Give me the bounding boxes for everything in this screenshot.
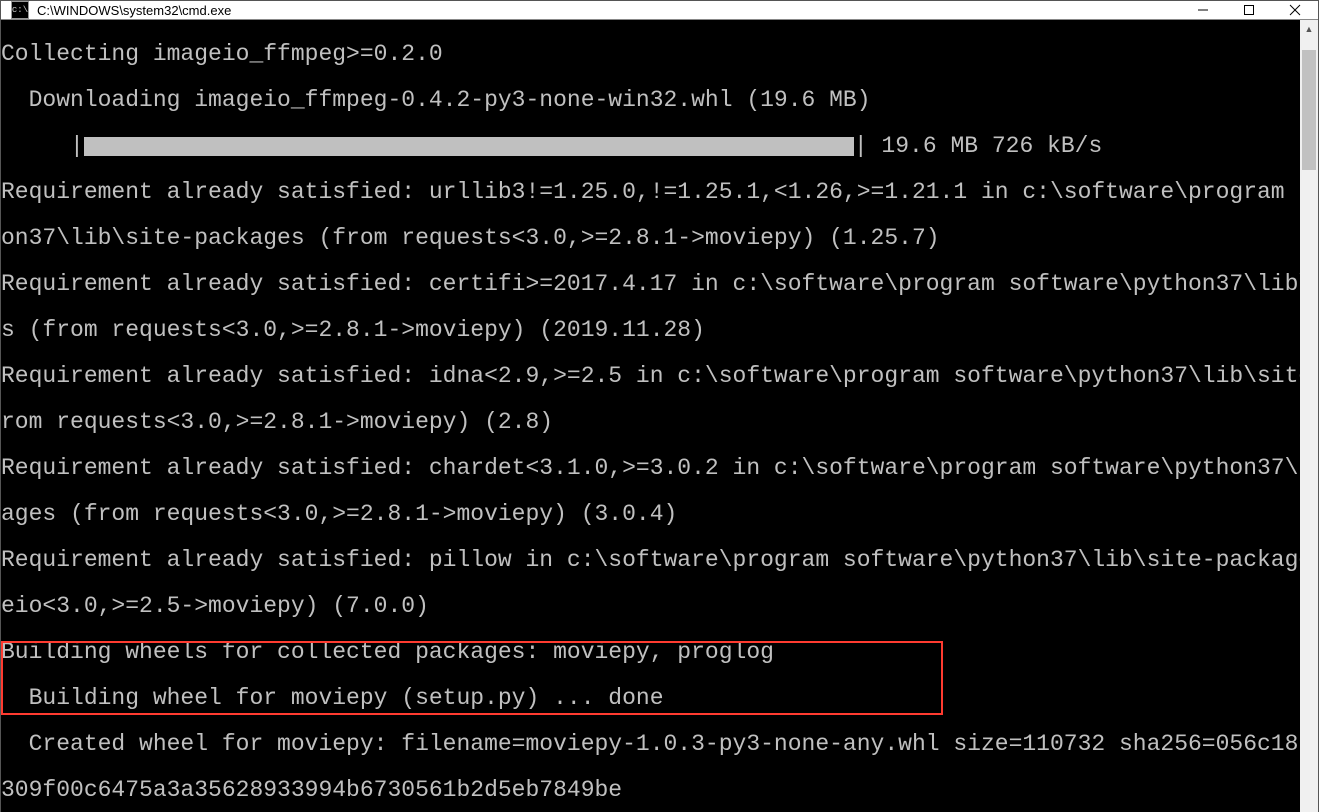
cmd-window: c:\ C:\WINDOWS\system32\cmd.exe Collecti… xyxy=(0,0,1319,812)
output-line: on37\lib\site-packages (from requests<3.… xyxy=(1,227,1300,250)
minimize-button[interactable] xyxy=(1180,1,1226,19)
scroll-up-arrow-icon[interactable]: ▲ xyxy=(1300,20,1318,38)
progress-stats: | 19.6 MB 726 kB/s xyxy=(854,135,1102,158)
window-controls xyxy=(1180,1,1318,19)
progress-line: | | 19.6 MB 726 kB/s xyxy=(1,135,1300,158)
cmd-icon: c:\ xyxy=(11,1,29,19)
titlebar[interactable]: c:\ C:\WINDOWS\system32\cmd.exe xyxy=(1,1,1318,20)
output-line: Requirement already satisfied: certifi>=… xyxy=(1,273,1300,296)
output-line: Collecting imageio_ffmpeg>=0.2.0 xyxy=(1,43,1300,66)
close-icon xyxy=(1289,4,1301,16)
vertical-scrollbar[interactable]: ▲ ▼ xyxy=(1300,20,1318,812)
output-line: Building wheel for moviepy (setup.py) ..… xyxy=(1,687,1300,710)
output-line: Created wheel for moviepy: filename=movi… xyxy=(1,733,1300,756)
output-line: Requirement already satisfied: chardet<3… xyxy=(1,457,1300,480)
maximize-icon xyxy=(1243,4,1255,16)
output-line: Downloading imageio_ffmpeg-0.4.2-py3-non… xyxy=(1,89,1300,112)
close-button[interactable] xyxy=(1272,1,1318,19)
output-line: 309f00c6475a3a35628933994b6730561b2d5eb7… xyxy=(1,779,1300,802)
output-line: Building wheels for collected packages: … xyxy=(1,641,1300,664)
output-line: Requirement already satisfied: pillow in… xyxy=(1,549,1300,572)
scrollbar-thumb[interactable] xyxy=(1302,50,1316,170)
progress-bar-fill xyxy=(84,137,854,156)
output-line: rom requests<3.0,>=2.8.1->moviepy) (2.8) xyxy=(1,411,1300,434)
progress-indent: | xyxy=(1,135,84,158)
output-line: Requirement already satisfied: idna<2.9,… xyxy=(1,365,1300,388)
content-area: Collecting imageio_ffmpeg>=0.2.0 Downloa… xyxy=(1,20,1318,812)
minimize-icon xyxy=(1197,4,1209,16)
maximize-button[interactable] xyxy=(1226,1,1272,19)
output-line: ages (from requests<3.0,>=2.8.1->moviepy… xyxy=(1,503,1300,526)
output-line: eio<3.0,>=2.5->moviepy) (7.0.0) xyxy=(1,595,1300,618)
window-title: C:\WINDOWS\system32\cmd.exe xyxy=(37,3,1180,18)
output-line: s (from requests<3.0,>=2.8.1->moviepy) (… xyxy=(1,319,1300,342)
output-line: Requirement already satisfied: urllib3!=… xyxy=(1,181,1300,204)
terminal-output[interactable]: Collecting imageio_ffmpeg>=0.2.0 Downloa… xyxy=(1,20,1300,812)
